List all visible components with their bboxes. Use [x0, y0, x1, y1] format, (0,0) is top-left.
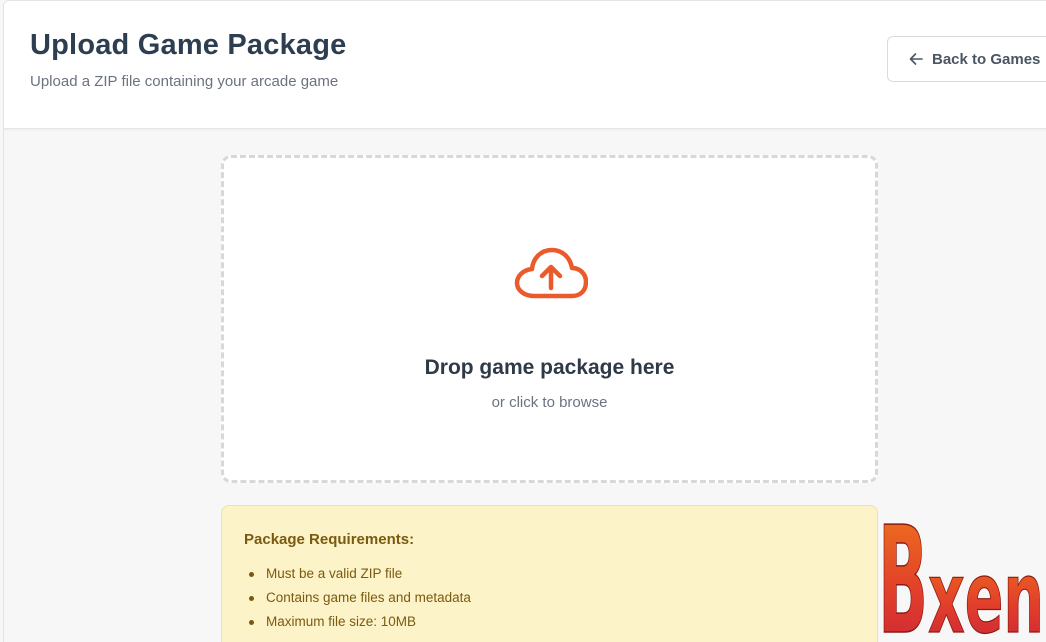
requirements-list: Must be a valid ZIP file Contains game f… [246, 566, 471, 638]
page-header: Upload Game Package Upload a ZIP file co… [4, 1, 1046, 129]
file-dropzone[interactable]: Drop game package here or click to brows… [221, 155, 878, 483]
dropzone-subtitle: or click to browse [491, 394, 608, 411]
arrow-left-icon [909, 53, 923, 65]
watermark-letters-xen: xen [928, 539, 1044, 642]
back-button-label: Back to Games [932, 50, 1041, 68]
bxen-watermark-logo: B xen [878, 494, 1045, 642]
requirements-title: Package Requirements: [244, 531, 415, 548]
back-to-games-button[interactable]: Back to Games [887, 36, 1046, 82]
watermark-letter-b: B [878, 495, 928, 642]
cloud-upload-icon [514, 247, 588, 299]
dropzone-title: Drop game package here [424, 356, 675, 379]
package-requirements-panel: Package Requirements: Must be a valid ZI… [221, 505, 878, 642]
page-subtitle: Upload a ZIP file containing your arcade… [30, 73, 339, 90]
requirement-item: Must be a valid ZIP file [246, 566, 471, 590]
page-title: Upload Game Package [30, 29, 347, 61]
requirement-item: Maximum file size: 10MB [246, 614, 471, 638]
requirement-item: Contains game files and metadata [246, 590, 471, 614]
